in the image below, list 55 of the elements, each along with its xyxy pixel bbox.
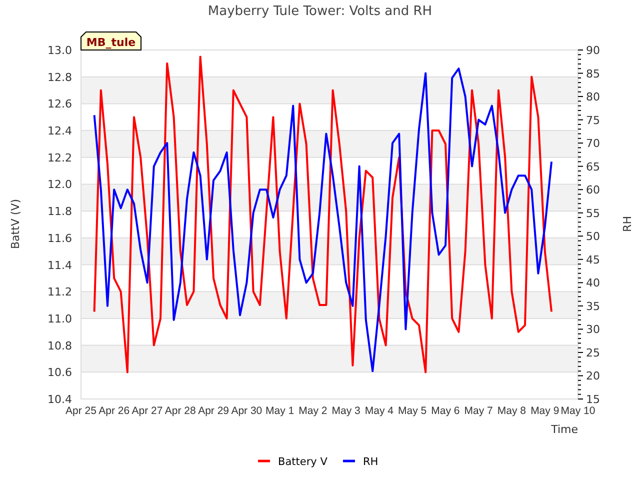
- axis-tick-label: May 5: [398, 405, 427, 417]
- axis-tick-label: 85: [586, 67, 600, 80]
- axis-tick-label: May 1: [266, 405, 294, 417]
- axis-tick-label: 10.8: [48, 339, 72, 352]
- axis-tick-label: 12.0: [48, 178, 72, 192]
- axis-tick-label: Apr 29: [198, 405, 229, 417]
- axis-tick-label: 10.4: [48, 393, 72, 406]
- axis-tick-label: 25: [586, 346, 600, 360]
- axis-tick-label: 35: [586, 300, 600, 313]
- axis-tick-label: May 7: [464, 405, 493, 417]
- axis-tick-label: 45: [586, 253, 600, 266]
- axis-tick-label: 11.2: [48, 286, 72, 299]
- axis-tick-label: Apr 30: [231, 405, 262, 417]
- axis-tick-label: May 3: [332, 405, 360, 417]
- axis-tick-label: 11.0: [48, 312, 72, 326]
- axis-tick-label: May 4: [364, 405, 394, 417]
- axis-tick-label: Apr 27: [132, 405, 163, 417]
- axis-tick-label: 11.4: [48, 258, 72, 272]
- axis-tick-label: Apr 25: [66, 405, 96, 417]
- axis-tick-label: May 2: [298, 405, 328, 417]
- axis-tick-label: 11.6: [48, 232, 72, 245]
- axis-tick-label: May 10: [560, 405, 596, 417]
- axis-tick-label: 12.8: [48, 70, 72, 84]
- axis-tick-label: 80: [586, 90, 600, 104]
- axis-tick-label: Apr 28: [164, 405, 196, 417]
- axis-tick-label: 20: [586, 370, 600, 383]
- chart-title: Mayberry Tule Tower: Volts and RH: [208, 4, 432, 19]
- legend-label: RH: [363, 456, 378, 468]
- y-axis-title: BattV (V): [9, 198, 22, 250]
- axis-tick-label: 90: [586, 44, 600, 57]
- axis-tick-label: 15: [586, 393, 600, 406]
- axis-tick-label: 65: [586, 160, 600, 174]
- legend-item: RH: [343, 456, 378, 468]
- axis-tick-label: 12.2: [48, 151, 72, 164]
- axis-tick-label: May 6: [431, 405, 460, 417]
- axis-tick-label: 12.4: [48, 124, 72, 138]
- axis-tick-label: 70: [586, 137, 600, 150]
- axis-tick-label: 75: [586, 114, 600, 127]
- axis-tick-label: Apr 26: [98, 405, 130, 417]
- axis-tick-label: 60: [586, 184, 600, 197]
- legend-label: Battery V: [278, 456, 328, 468]
- x-axis-title: Time: [551, 423, 578, 436]
- axis-tick-label: May 9: [530, 405, 560, 417]
- axis-tick-label: May 8: [497, 405, 526, 417]
- axis-tick-label: 12.6: [48, 98, 72, 111]
- axis-tick-label: 50: [586, 230, 600, 244]
- legend-item: Battery V: [258, 456, 328, 468]
- axis-tick-label: 10.6: [48, 366, 72, 380]
- axis-tick-label: 30: [586, 323, 600, 336]
- axis-tick-label: 40: [586, 276, 600, 290]
- axis-tick-label: 13.0: [48, 44, 72, 57]
- axis-tick-label: 11.8: [48, 205, 72, 218]
- site-badge: MB_tule: [80, 32, 142, 50]
- axis-tick-label: 55: [586, 206, 600, 220]
- y-axis-title: RH: [621, 216, 634, 232]
